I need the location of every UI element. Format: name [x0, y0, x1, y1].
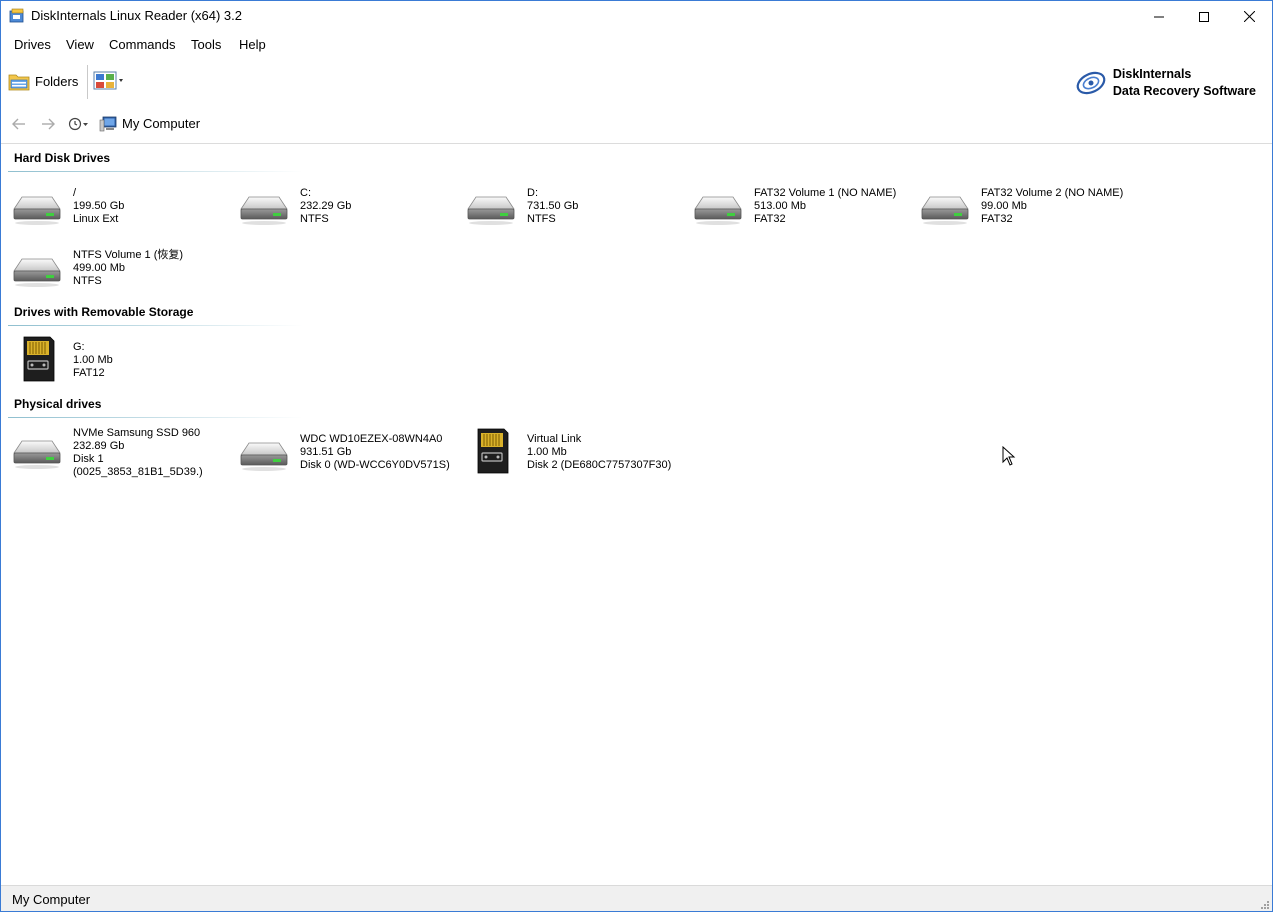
- resize-grip-icon[interactable]: [1260, 900, 1270, 910]
- menu-view[interactable]: View: [66, 37, 94, 52]
- diskinternals-logo-icon: [1076, 71, 1106, 95]
- breadcrumb-path[interactable]: My Computer: [122, 116, 200, 131]
- drive-tile-virtual-link[interactable]: Virtual Link 1.00 Mb Disk 2 (DE680C77573…: [462, 427, 687, 487]
- view-mode-icon: [93, 71, 123, 90]
- status-bar: My Computer: [1, 885, 1272, 911]
- view-mode-button[interactable]: [93, 70, 125, 92]
- brand-line2: Data Recovery Software: [1112, 84, 1256, 98]
- drive-tile-root[interactable]: / 199.50 Gb Linux Ext: [8, 187, 233, 247]
- menu-commands[interactable]: Commands: [109, 37, 175, 52]
- drive-fs: NTFS: [300, 213, 329, 225]
- drive-tile-wdc[interactable]: WDC WD10EZEX-08WN4A0 931.51 Gb Disk 0 (W…: [235, 433, 460, 493]
- section-title-physical-drives: Physical drives: [14, 397, 102, 411]
- sd-card-icon: [477, 428, 509, 474]
- minimize-icon: [1154, 16, 1164, 17]
- drive-size: 499.00 Mb: [73, 262, 125, 274]
- drive-size: 232.29 Gb: [300, 200, 352, 212]
- drive-fs: Disk 2 (DE680C7757307F30): [527, 459, 672, 471]
- drive-size: 99.00 Mb: [981, 200, 1027, 212]
- drive-tile-fat32-volume-2[interactable]: FAT32 Volume 2 (NO NAME) 99.00 Mb FAT32: [916, 187, 1141, 247]
- folders-icon: [8, 74, 30, 91]
- drive-fs: FAT12: [73, 367, 105, 379]
- section-title-hard-disk-drives: Hard Disk Drives: [14, 151, 111, 165]
- forward-arrow-icon[interactable]: [40, 116, 56, 132]
- maximize-button[interactable]: [1181, 1, 1227, 32]
- drive-tile-g[interactable]: G: 1.00 Mb FAT12: [8, 335, 233, 395]
- hdd-icon: [240, 196, 288, 226]
- my-computer-icon: [99, 116, 117, 132]
- drive-extra: (0025_3853_81B1_5D39.): [73, 466, 203, 478]
- section-divider: [8, 325, 303, 326]
- drive-size: 1.00 Mb: [527, 446, 567, 458]
- sd-card-icon: [23, 336, 55, 382]
- drive-size: 1.00 Mb: [73, 354, 113, 366]
- section-divider: [8, 417, 303, 418]
- drive-fs: NTFS: [527, 213, 556, 225]
- drive-name: /: [73, 187, 77, 199]
- drive-tile-c[interactable]: C: 232.29 Gb NTFS: [235, 187, 460, 247]
- hdd-icon: [694, 196, 742, 226]
- drive-fs: Disk 1: [73, 453, 104, 465]
- drive-name: FAT32 Volume 1 (NO NAME): [754, 187, 897, 199]
- drive-fs: FAT32: [981, 213, 1013, 225]
- brand-line1: DiskInternals: [1112, 67, 1192, 81]
- mouse-cursor-icon: [1002, 446, 1016, 466]
- title-bar: DiskInternals Linux Reader (x64) 3.2: [1, 1, 1272, 32]
- drive-size: 513.00 Mb: [754, 200, 806, 212]
- drive-name: D:: [527, 187, 538, 199]
- folders-button[interactable]: Folders: [7, 67, 78, 95]
- menu-tools[interactable]: Tools: [191, 37, 221, 52]
- section-divider: [8, 171, 303, 172]
- drive-size: 731.50 Gb: [527, 200, 579, 212]
- hdd-icon: [13, 258, 61, 288]
- content-divider: [1, 143, 1272, 144]
- hdd-icon: [467, 196, 515, 226]
- menu-help[interactable]: Help: [239, 37, 266, 52]
- drive-name: NVMe Samsung SSD 960: [73, 427, 201, 439]
- drive-name: C:: [300, 187, 311, 199]
- drive-name: WDC WD10EZEX-08WN4A0: [300, 433, 443, 445]
- drive-tile-ntfs-volume-1[interactable]: NTFS Volume 1 (恢复) 499.00 Mb NTFS: [8, 249, 233, 309]
- drive-fs: Linux Ext: [73, 213, 119, 225]
- drive-fs: FAT32: [754, 213, 786, 225]
- window-title: DiskInternals Linux Reader (x64) 3.2: [31, 8, 242, 23]
- app-window: DiskInternals Linux Reader (x64) 3.2 Dri…: [0, 0, 1273, 912]
- hdd-icon: [921, 196, 969, 226]
- drive-name: G:: [73, 341, 85, 353]
- hdd-icon: [13, 196, 61, 226]
- folders-label: Folders: [35, 73, 79, 89]
- toolbar: Folders DiskInternals Data Recovery Soft…: [1, 63, 1272, 99]
- maximize-icon: [1199, 11, 1209, 22]
- drive-size: 199.50 Gb: [73, 200, 125, 212]
- drive-size: 232.89 Gb: [73, 440, 125, 452]
- drive-name: Virtual Link: [527, 433, 582, 445]
- brand-logo: DiskInternals Data Recovery Software: [1075, 65, 1256, 101]
- hdd-icon: [240, 442, 288, 472]
- drive-fs: NTFS: [73, 275, 102, 287]
- close-button[interactable]: [1226, 1, 1272, 32]
- back-arrow-icon[interactable]: [11, 116, 27, 132]
- app-icon: [9, 8, 24, 23]
- drive-tile-d[interactable]: D: 731.50 Gb NTFS: [462, 187, 687, 247]
- drive-name: NTFS Volume 1 (恢复): [73, 249, 184, 261]
- drive-tile-nvme-samsung[interactable]: NVMe Samsung SSD 960 232.89 Gb Disk 1 (0…: [8, 427, 233, 483]
- history-icon[interactable]: [67, 116, 89, 132]
- toolbar-separator: [87, 65, 88, 99]
- navigation-bar: My Computer: [1, 111, 1272, 137]
- section-title-removable: Drives with Removable Storage: [14, 305, 194, 319]
- drive-tile-fat32-volume-1[interactable]: FAT32 Volume 1 (NO NAME) 513.00 Mb FAT32: [689, 187, 914, 247]
- drive-size: 931.51 Gb: [300, 446, 352, 458]
- minimize-button[interactable]: [1136, 1, 1182, 32]
- menu-drives[interactable]: Drives: [14, 37, 51, 52]
- drive-fs: Disk 0 (WD-WCC6Y0DV571S): [300, 459, 450, 471]
- hdd-icon: [13, 440, 61, 470]
- close-icon: [1243, 11, 1255, 22]
- drive-name: FAT32 Volume 2 (NO NAME): [981, 187, 1124, 199]
- status-text: My Computer: [12, 892, 91, 907]
